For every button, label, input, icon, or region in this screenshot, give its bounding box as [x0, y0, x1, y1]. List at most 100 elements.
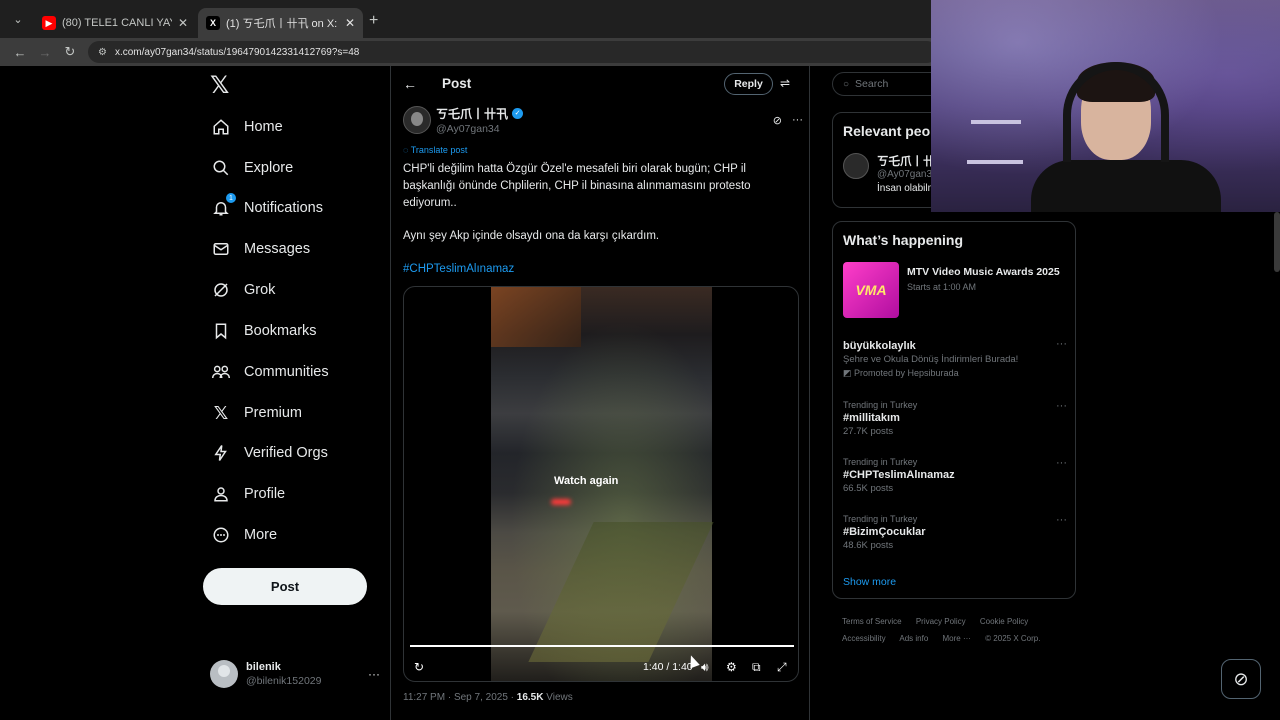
avatar[interactable]	[403, 106, 431, 134]
event-item[interactable]: VMA MTV Video Music Awards 2025 Starts a…	[843, 262, 1065, 320]
page-title: Post	[442, 76, 472, 91]
nav-label: Explore	[244, 160, 294, 176]
post-metadata: 11:27 PM · Sep 7, 2025 · 16.5K Views	[403, 692, 573, 703]
whats-happening-panel: What’s happening VMA MTV Video Music Awa…	[832, 221, 1076, 599]
trend-subtitle: Şehre ve Okula Dönüş İndirimleri Burada!	[843, 354, 1019, 365]
nav-verified-orgs[interactable]: Verified Orgs	[210, 433, 385, 473]
copyright: © 2025 X Corp.	[985, 634, 1041, 643]
trend-name: #CHPTeslimAlınamaz	[843, 469, 955, 481]
nav-label: Grok	[244, 282, 276, 298]
show-more-link[interactable]: Show more	[843, 576, 896, 588]
site-settings-icon[interactable]: ⚙	[98, 47, 107, 58]
nav-notifications[interactable]: 1 Notifications	[210, 188, 385, 228]
new-tab-plus-icon[interactable]: +	[369, 12, 378, 30]
nav-premium[interactable]: 𝕏 Premium	[210, 393, 385, 433]
avatar	[843, 153, 869, 179]
grok-icon[interactable]: ⊘	[773, 114, 782, 127]
reply-button[interactable]: Reply	[724, 73, 773, 95]
nav-communities[interactable]: Communities	[210, 352, 385, 392]
footer-link[interactable]: Privacy Policy	[916, 617, 966, 626]
account-switcher[interactable]: bilenik @bilenik152029 ···	[210, 654, 380, 694]
picture-in-picture-icon[interactable]: ⧉	[752, 660, 761, 675]
scrollbar[interactable]	[1274, 212, 1280, 272]
nav-grok[interactable]: Grok	[210, 270, 385, 310]
fullscreen-icon[interactable]: ⤢	[777, 660, 787, 675]
settings-gear-icon[interactable]: ⚙	[726, 660, 737, 674]
trend-name: büyükkolaylık	[843, 340, 916, 352]
more-dots-icon[interactable]: ···	[368, 667, 380, 681]
trend-item[interactable]: Trending in Turkey #millitakım 27.7K pos…	[843, 400, 1067, 437]
grok-icon: ⊘	[1233, 668, 1249, 689]
post-timestamp[interactable]: 11:27 PM · Sep 7, 2025 ·	[403, 692, 517, 703]
trend-post-count: 48.6K posts	[843, 540, 894, 551]
verified-badge-icon: ✓	[512, 108, 524, 119]
bookmark-icon	[210, 320, 232, 342]
trend-item[interactable]: büyükkolaylık Şehre ve Okula Dönüş İndir…	[843, 338, 1067, 379]
youtube-icon: ▶	[42, 16, 56, 30]
watch-again-button[interactable]: Watch again	[554, 475, 618, 487]
tab-search-chevron-icon[interactable]: ⌄	[8, 9, 28, 29]
footer-link[interactable]: More ···	[943, 634, 971, 643]
x-icon: X	[206, 16, 220, 30]
nav-bookmarks[interactable]: Bookmarks	[210, 311, 385, 351]
volume-icon[interactable]: 🔊︎	[701, 660, 709, 675]
nav-messages[interactable]: Messages	[210, 229, 385, 269]
post-button[interactable]: Post	[203, 568, 367, 605]
translate-label: Translate post	[410, 145, 468, 155]
more-dots-icon[interactable]: ···	[1056, 338, 1067, 350]
trend-context: Trending in Turkey	[843, 514, 918, 524]
more-dots-icon[interactable]: ···	[1056, 514, 1067, 526]
nav-profile[interactable]: Profile	[210, 474, 385, 514]
promoted-text: Promoted by Hepsiburada	[854, 368, 959, 378]
replay-icon[interactable]: ↻	[414, 660, 424, 674]
footer-links: Terms of Service Privacy Policy Cookie P…	[842, 613, 1072, 647]
nav-more[interactable]: More	[210, 515, 385, 555]
x-logo-icon[interactable]: 𝕏	[210, 74, 234, 98]
video-player[interactable]: Watch again ↻ 1:40 / 1:40 🔊︎ ⚙ ⧉ ⤢	[403, 286, 799, 682]
trend-name: #BizimÇocuklar	[843, 526, 926, 538]
back-arrow-icon[interactable]: ←	[403, 76, 417, 92]
grok-floating-button[interactable]: ⊘	[1221, 659, 1261, 699]
footer-link[interactable]: Cookie Policy	[980, 617, 1028, 626]
webcam-overlay	[931, 0, 1280, 212]
tab-title: (1) ㄎ乇爪丨卄卂 on X: "CHP'li de	[226, 18, 339, 30]
trend-post-count: 27.7K posts	[843, 426, 894, 437]
footer-link[interactable]: Accessibility	[842, 634, 886, 643]
browser-tab-x[interactable]: X (1) ㄎ乇爪丨卄卂 on X: "CHP'li de ✕	[198, 8, 363, 38]
address-bar[interactable]: ⚙ x.com/ay07gan34/status/196479014233141…	[88, 41, 938, 63]
trend-name: #millitakım	[843, 412, 900, 424]
browser-tab-youtube[interactable]: ▶ (80) TELE1 CANLI YAYIN *** - YouTube ✕	[34, 8, 196, 38]
translate-post-link[interactable]: ◌ Translate post	[403, 145, 467, 155]
video-progress-bar[interactable]	[410, 645, 794, 647]
reload-icon[interactable]: ↻	[60, 42, 80, 62]
promoted-label: ◩ Promoted by Hepsiburada	[843, 368, 959, 378]
close-icon[interactable]: ✕	[345, 16, 355, 30]
more-dots-icon[interactable]: ···	[792, 114, 803, 127]
filter-sliders-icon[interactable]: ⇌	[780, 76, 790, 90]
more-dots-icon[interactable]: ···	[1056, 457, 1067, 469]
author-name[interactable]: ㄎ乇爪丨卄卂 ✓	[436, 105, 524, 122]
hashtag-link[interactable]: #CHPTeslimAlınamaz	[403, 261, 793, 278]
post-paragraph: Aynı şey Akp içinde olsaydı ona da karşı…	[403, 230, 660, 242]
footer-link[interactable]: Ads info	[899, 634, 928, 643]
nav-label: Home	[244, 119, 283, 135]
trend-item[interactable]: Trending in Turkey #CHPTeslimAlınamaz 66…	[843, 457, 1067, 494]
back-arrow-icon[interactable]: ←	[10, 42, 30, 62]
communities-icon	[210, 361, 232, 383]
close-icon[interactable]: ✕	[178, 16, 188, 30]
forward-arrow-icon[interactable]: →	[35, 42, 55, 62]
nav-label: Communities	[244, 364, 329, 380]
envelope-icon	[210, 238, 232, 260]
tab-title: (80) TELE1 CANLI YAYIN *** - YouTube	[62, 17, 172, 29]
nav-label: Profile	[244, 486, 286, 502]
author-handle[interactable]: @Ay07gan34	[436, 123, 523, 135]
footer-link[interactable]: Terms of Service	[842, 617, 902, 626]
home-icon	[210, 116, 232, 138]
nav-home[interactable]: Home	[210, 107, 385, 147]
account-handle: @bilenik152029	[246, 675, 322, 687]
nav-explore[interactable]: Explore	[210, 148, 385, 188]
trend-context: Trending in Turkey	[843, 457, 918, 467]
trend-item[interactable]: Trending in Turkey #BizimÇocuklar 48.6K …	[843, 514, 1067, 551]
more-dots-icon[interactable]: ···	[1056, 400, 1067, 412]
post-header: ← Post Reply ⇌	[391, 66, 809, 102]
